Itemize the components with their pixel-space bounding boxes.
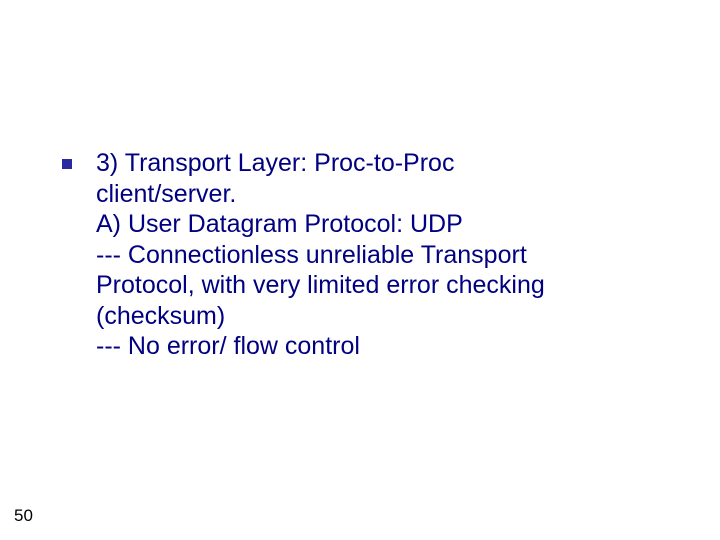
slide: 3) Transport Layer: Proc-to-Proc client/… <box>0 0 720 540</box>
square-bullet-icon <box>62 159 72 169</box>
bullet-item: 3) Transport Layer: Proc-to-Proc client/… <box>62 148 680 362</box>
bullet-text: 3) Transport Layer: Proc-to-Proc client/… <box>96 148 680 362</box>
page-number: 50 <box>14 506 33 526</box>
